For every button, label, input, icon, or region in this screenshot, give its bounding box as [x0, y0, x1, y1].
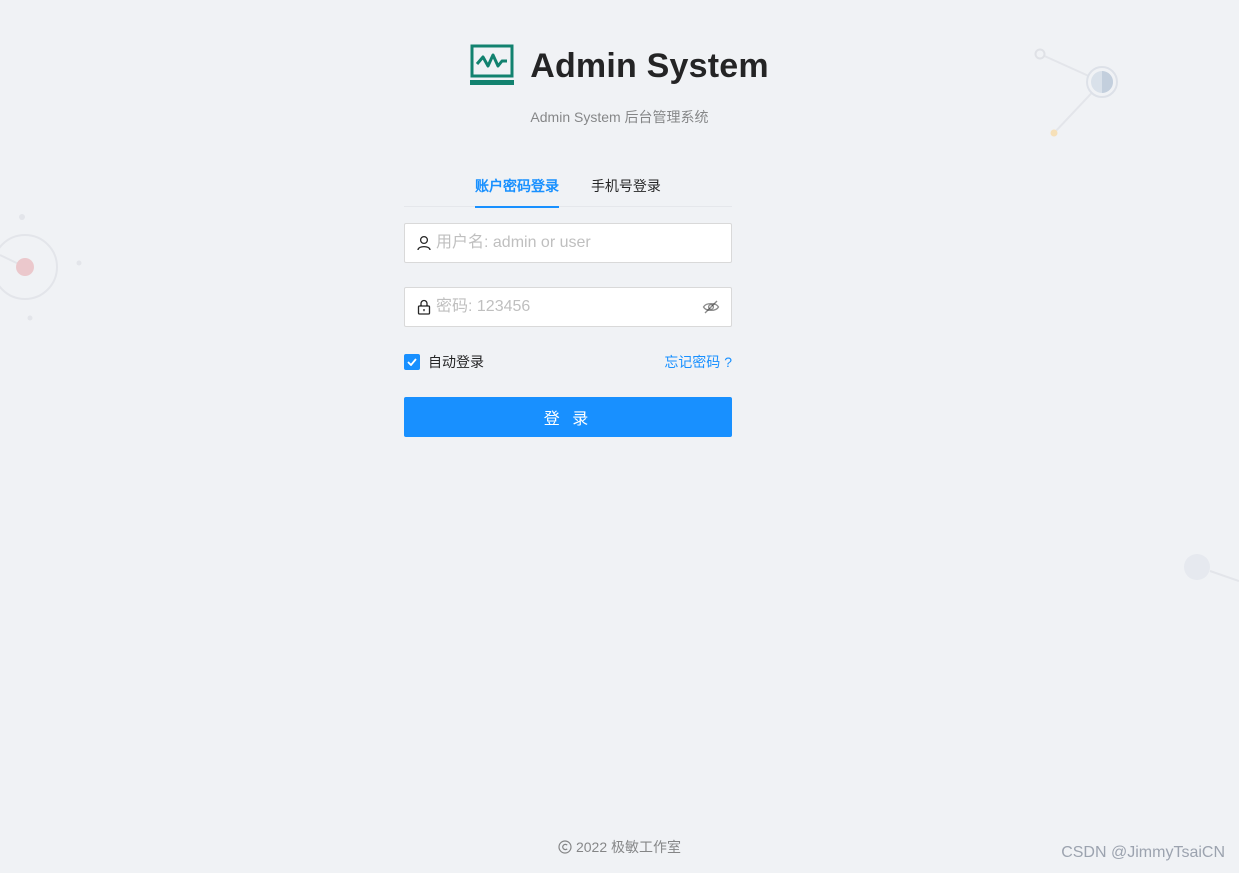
eye-invisible-icon[interactable]: [702, 298, 720, 316]
auto-login-label: 自动登录: [428, 354, 484, 370]
username-input[interactable]: [436, 228, 720, 258]
password-input[interactable]: [436, 292, 702, 322]
login-tabs: 账户密码登录 手机号登录: [404, 166, 732, 208]
login-options: 自动登录 忘记密码 ?: [404, 352, 732, 372]
login-form: 账户密码登录 手机号登录 自动登录: [404, 166, 732, 437]
watermark: CSDN @JimmyTsaiCN: [1061, 844, 1225, 861]
header: Admin System Admin System 后台管理系统: [0, 44, 1239, 127]
tab-account-password[interactable]: 账户密码登录: [475, 166, 560, 208]
app-subtitle: Admin System 后台管理系统: [530, 109, 709, 125]
brand: Admin System: [470, 44, 769, 88]
background-decoration-bottom-right: [1184, 554, 1239, 582]
copyright-icon: [558, 840, 572, 854]
tab-phone[interactable]: 手机号登录: [591, 166, 661, 208]
username-field: [404, 223, 732, 263]
background-decoration-left: [0, 214, 82, 321]
activity-monitor-icon: [470, 44, 515, 85]
forgot-password-link[interactable]: 忘记密码 ?: [664, 352, 732, 372]
checkbox-checked-icon[interactable]: [404, 354, 420, 370]
copyright-text: 2022 极敏工作室: [575, 839, 682, 855]
user-icon: [417, 235, 431, 251]
app-title: Admin System: [530, 46, 769, 85]
login-button[interactable]: 登 录: [404, 397, 732, 437]
footer: 2022 极敏工作室: [0, 837, 1239, 857]
password-field: [404, 287, 732, 327]
auto-login-checkbox[interactable]: 自动登录: [404, 352, 484, 372]
lock-icon: [417, 299, 431, 315]
